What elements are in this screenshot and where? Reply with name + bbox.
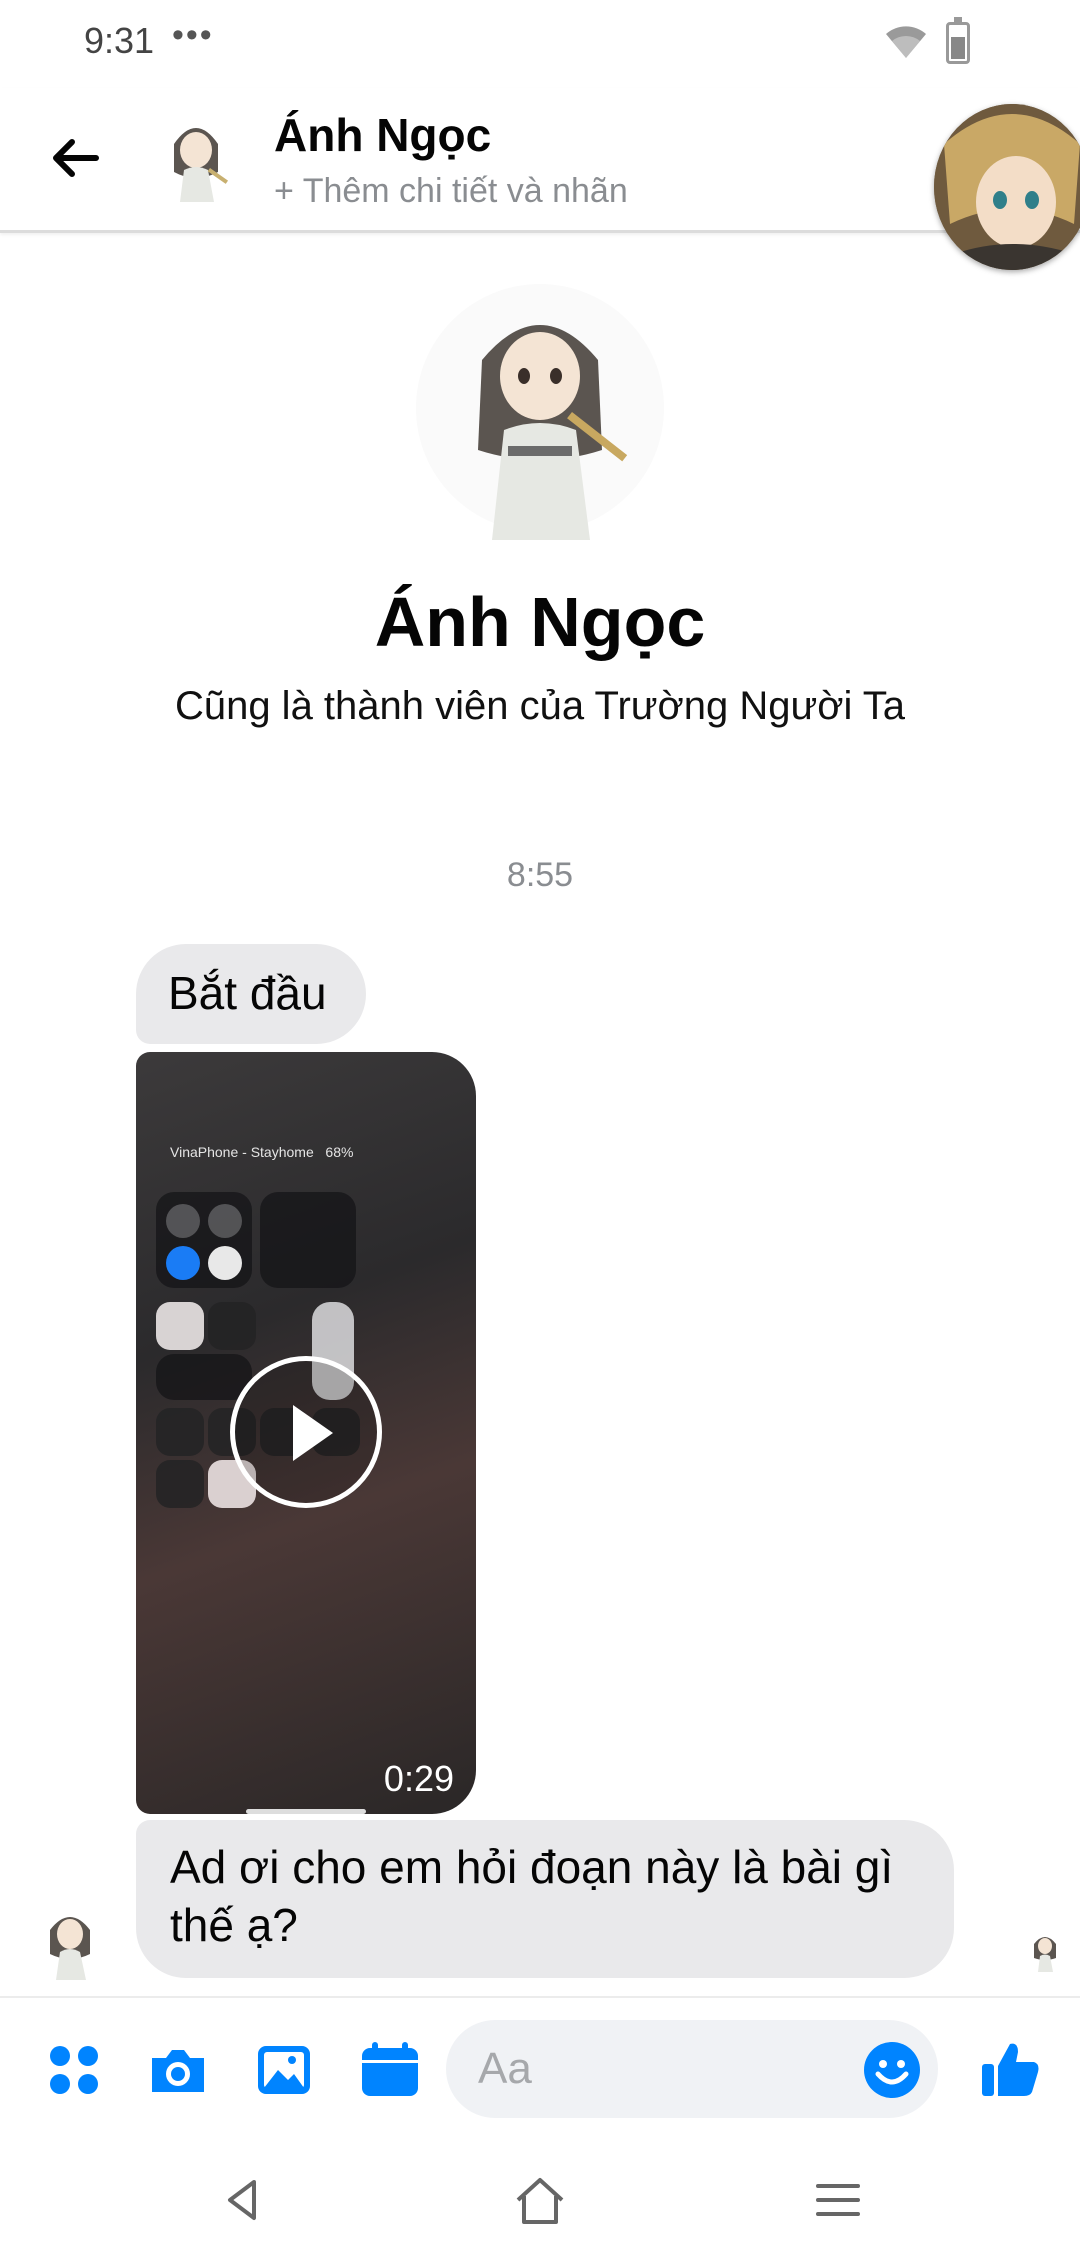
wifi-icon <box>886 26 926 58</box>
home-icon[interactable] <box>510 2170 570 2230</box>
message-bubble[interactable]: Bắt đầu <box>136 944 366 1044</box>
apps-icon[interactable] <box>42 2038 106 2102</box>
bluetooth-icon <box>208 1246 242 1280</box>
contact-avatar[interactable] <box>152 114 240 206</box>
wifi-toggle-icon <box>166 1246 200 1280</box>
preview-battery: 68% <box>325 1144 354 1160</box>
system-nav-bar <box>0 2142 1080 2260</box>
profile-avatar[interactable] <box>412 280 668 544</box>
profile-name: Ánh Ngọc <box>374 583 706 661</box>
cellular-icon <box>208 1204 242 1238</box>
conversation-header: Ánh Ngọc + Thêm chi tiết và nhãn <box>0 88 1080 233</box>
chat-head-avatar[interactable] <box>934 104 1080 270</box>
contact-name[interactable]: Ánh Ngọc <box>274 108 491 162</box>
status-time: 9:31 <box>84 20 155 61</box>
composer-bar: Aa <box>0 1996 1080 2142</box>
like-icon[interactable] <box>978 2038 1042 2102</box>
video-preview-status: VinaPhone - Stayhome 68% <box>170 1144 353 1160</box>
clock-icon <box>156 1460 204 1508</box>
camera-icon[interactable] <box>146 2038 210 2102</box>
gallery-icon[interactable] <box>252 2038 316 2102</box>
message-placeholder: Aa <box>478 2044 532 2093</box>
menu-icon[interactable] <box>808 2170 868 2230</box>
moon-icon <box>208 1302 256 1350</box>
media-tile <box>260 1192 356 1288</box>
flashlight-icon <box>156 1408 204 1456</box>
sender-avatar[interactable] <box>34 1904 106 1980</box>
video-duration: 0:29 <box>383 1758 454 1799</box>
rotation-lock-icon <box>156 1302 204 1350</box>
video-message[interactable]: VinaPhone - Stayhome 68% 0:29 <box>136 1052 476 1814</box>
calendar-icon[interactable] <box>358 2038 422 2102</box>
airplane-icon <box>166 1204 200 1238</box>
message-bubble[interactable]: Ad ơi cho em hỏi đoạn này là bài gì thế … <box>136 1820 954 1978</box>
back-arrow-icon[interactable] <box>44 126 108 190</box>
profile-info: Cũng là thành viên của Trường Người Ta <box>174 684 906 728</box>
video-home-indicator <box>246 1809 366 1814</box>
play-icon[interactable] <box>230 1356 382 1508</box>
back-triangle-icon[interactable] <box>212 2170 272 2230</box>
status-bar: 9:31 ••• <box>0 0 1080 88</box>
notification-dots: ••• <box>172 16 214 54</box>
add-details-link[interactable]: + Thêm chi tiết và nhãn <box>274 172 628 211</box>
message-input[interactable]: Aa <box>446 2020 938 2118</box>
preview-carrier: VinaPhone - Stayhome <box>170 1144 314 1160</box>
seen-receipt-avatar <box>1026 1930 1064 1972</box>
screen-mirroring-tile <box>156 1354 252 1400</box>
message-timestamp: 8:55 <box>506 856 574 894</box>
battery-icon <box>946 17 970 64</box>
emoji-icon[interactable] <box>862 2040 922 2100</box>
